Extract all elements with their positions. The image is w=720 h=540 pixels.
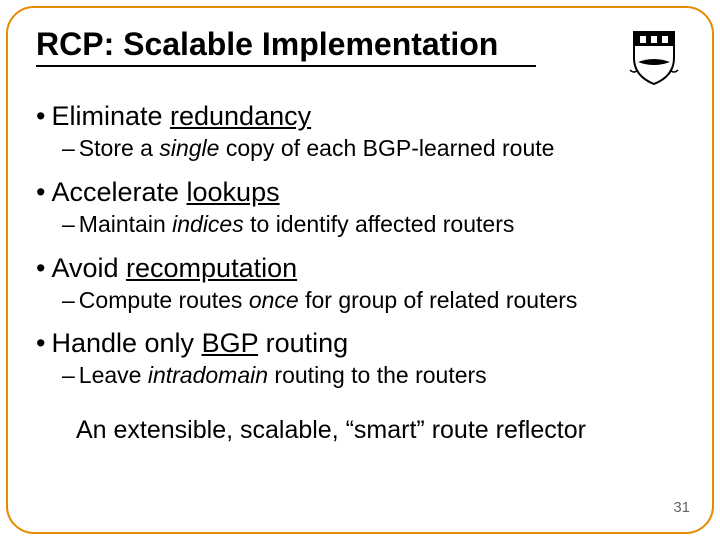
sub-item: –Leave intradomain routing to the router… — [62, 361, 694, 390]
bullet-marker: • — [36, 177, 45, 207]
sub-text-post: for group of related routers — [299, 287, 578, 313]
sub-text-it: intradomain — [148, 362, 268, 388]
sub-marker: – — [62, 135, 75, 161]
sub-text-post: routing to the routers — [268, 362, 487, 388]
bullet-text-post: routing — [258, 328, 348, 358]
sub-text-it: indices — [172, 211, 244, 237]
slide-content: •Eliminate redundancy –Store a single co… — [8, 73, 712, 445]
sub-item: –Maintain indices to identify affected r… — [62, 210, 694, 239]
sub-marker: – — [62, 287, 75, 313]
princeton-shield-icon — [624, 26, 684, 86]
bullet-text-pre: Handle only — [51, 328, 201, 358]
sub-text-post: copy of each BGP-learned route — [219, 135, 554, 161]
bullet-text-ul: recomputation — [126, 253, 297, 283]
bullet-text-ul: redundancy — [170, 101, 311, 131]
title-region: RCP: Scalable Implementation — [8, 8, 712, 73]
slide-title: RCP: Scalable Implementation — [36, 26, 536, 67]
sub-text-it: once — [249, 287, 299, 313]
bullet-text-ul: lookups — [187, 177, 280, 207]
sub-marker: – — [62, 362, 75, 388]
sub-marker: – — [62, 211, 75, 237]
sub-text-pre: Leave — [79, 362, 148, 388]
bullet-marker: • — [36, 101, 45, 131]
sub-text-post: to identify affected routers — [244, 211, 515, 237]
bullet-text-pre: Eliminate — [51, 101, 170, 131]
sub-text-pre: Compute routes — [79, 287, 249, 313]
bullet-item: •Avoid recomputation — [36, 253, 694, 284]
bullet-item: •Eliminate redundancy — [36, 101, 694, 132]
bullet-marker: • — [36, 328, 45, 358]
sub-text-pre: Store a — [79, 135, 160, 161]
bullet-text-pre: Avoid — [51, 253, 126, 283]
bullet-text-ul: BGP — [202, 328, 259, 358]
sub-item: –Compute routes once for group of relate… — [62, 286, 694, 315]
sub-item: –Store a single copy of each BGP-learned… — [62, 134, 694, 163]
bullet-text-pre: Accelerate — [51, 177, 186, 207]
page-number: 31 — [673, 499, 690, 516]
sub-text-it: single — [159, 135, 219, 161]
slide-frame: RCP: Scalable Implementation •Eliminate … — [6, 6, 714, 534]
sub-text-pre: Maintain — [79, 211, 172, 237]
bullet-item: •Accelerate lookups — [36, 177, 694, 208]
closing-line: An extensible, scalable, “smart” route r… — [76, 416, 694, 445]
bullet-item: •Handle only BGP routing — [36, 328, 694, 359]
bullet-marker: • — [36, 253, 45, 283]
